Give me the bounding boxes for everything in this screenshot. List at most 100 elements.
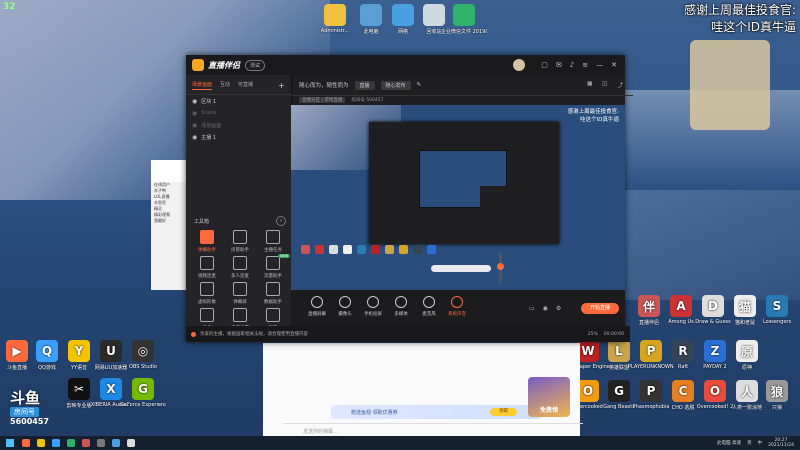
app-icon: [360, 4, 382, 26]
chat-window[interactable]: 在线用户 木子鸭 LOL直播 木鱼死 精灵 精彩视频 我最好: [151, 160, 186, 290]
message-icon[interactable]: ✉: [556, 61, 562, 69]
camera-icon[interactable]: ▭: [529, 305, 535, 312]
tool-label: 弹幕屏: [233, 300, 247, 305]
clock[interactable]: 20:27 2021/11/24: [768, 438, 794, 448]
share-icon[interactable]: ⤴: [617, 81, 623, 89]
scene-list: ◉ 区块 1 ◉ Scene ◉ 场景画面 ◉ 主播 1: [186, 95, 291, 143]
titlebar-controls: ▢ ✉ ♪ ≡ — ✕: [513, 59, 617, 71]
app-icon: [324, 4, 346, 26]
taskbar-app-icon[interactable]: [67, 439, 75, 447]
tab-live[interactable]: 可直播: [238, 81, 253, 90]
desktop-icon-label: GeForce Experience: [120, 402, 166, 408]
tool-button[interactable]: 弹幕屏: [223, 282, 257, 305]
publish-chip[interactable]: 随心发布: [380, 80, 411, 90]
tool-button[interactable]: 房管助手: [223, 230, 257, 253]
eye-icon[interactable]: ◉: [543, 305, 548, 312]
desktop-icon[interactable]: 原原神: [724, 340, 770, 371]
app-icon: P: [640, 380, 662, 402]
preview-app-icon: [385, 245, 394, 254]
taskbar-app-icon[interactable]: [82, 439, 90, 447]
live-companion-window[interactable]: 直播伴侣 测试 ▢ ✉ ♪ ≡ — ✕ 场景画面 互动 可直播 + ◉ 区块 1 ◉…: [186, 55, 633, 342]
tool-button[interactable]: NEW 流量助手: [256, 254, 291, 279]
scene-item[interactable]: ◉ Scene: [186, 107, 291, 119]
desktop-icon[interactable]: G GeForce Experience: [120, 378, 166, 408]
source-button[interactable]: 系统声音: [441, 296, 473, 317]
app-icon: G: [608, 380, 630, 402]
taskbar-app-icon[interactable]: [112, 439, 120, 447]
tool-button[interactable]: 多人连麦: [223, 256, 257, 279]
chat-line[interactable]: 我最好: [151, 218, 186, 224]
tool-button[interactable]: 主播任务: [256, 230, 290, 253]
game-ad[interactable]: 免费领: [528, 377, 570, 417]
preview-app-icon: [315, 245, 324, 254]
volume-slider[interactable]: [497, 253, 504, 283]
beta-badge[interactable]: 测试: [245, 59, 266, 71]
stream-preview[interactable]: 感谢上周最佳投食官: 哇这个ID真牛逼: [291, 105, 625, 290]
taskbar-app-icon[interactable]: [127, 439, 135, 447]
tool-icon: [200, 282, 214, 296]
tab-interact[interactable]: 互动: [220, 81, 230, 90]
start-live-button[interactable]: 开始直播: [581, 303, 619, 314]
taskbar-app-icon[interactable]: [52, 439, 60, 447]
ime-en[interactable]: 英: [747, 440, 752, 446]
desktop-icon[interactable]: 狼只狼: [754, 380, 800, 411]
status-net: 25%: [587, 331, 598, 337]
desktop-icon[interactable]: S Lossengers: [754, 295, 800, 325]
promo-claim-button[interactable]: 领取: [490, 408, 517, 416]
app-icon: Y: [68, 340, 90, 362]
close-icon[interactable]: ✕: [611, 61, 617, 69]
preview-banner: [431, 265, 491, 272]
toolbox-title: 工具箱: [194, 219, 210, 225]
skin-icon[interactable]: ▢: [541, 61, 548, 69]
minimize-icon[interactable]: —: [596, 61, 603, 69]
scene-item[interactable]: ◉ 主播 1: [186, 131, 291, 143]
grid-icon[interactable]: ▦: [587, 81, 592, 89]
layers-icon[interactable]: ◫: [602, 81, 607, 89]
eye-icon[interactable]: ◉: [192, 122, 197, 129]
titlebar[interactable]: 直播伴侣 测试 ▢ ✉ ♪ ≡ — ✕: [186, 55, 625, 75]
scene-name: Scene: [201, 110, 217, 116]
source-icon: [423, 296, 435, 308]
status-dot-icon: [191, 331, 196, 337]
taskbar-app-icon[interactable]: [37, 439, 45, 447]
stream-title[interactable]: 随心而为，随性而为: [299, 81, 349, 89]
status-bar: 亲爱的主播，根据国家相关法规，请合理使用直播内容 25% 00:00:00: [186, 326, 630, 342]
preview-app-icon: [357, 245, 366, 254]
tray-status[interactable]: 此电脑 高速: [717, 440, 741, 446]
app-icon: O: [704, 380, 726, 402]
ime-zh[interactable]: 中: [758, 440, 763, 446]
taskbar-app-icon[interactable]: [22, 439, 30, 447]
menu-icon[interactable]: ≡: [582, 61, 588, 69]
app-icon: S: [766, 295, 788, 317]
scene-item[interactable]: ◉ 场景画面: [186, 119, 291, 131]
app-icon: U: [100, 340, 122, 362]
tool-icon: [233, 230, 247, 244]
tool-button[interactable]: 视频连麦: [190, 256, 224, 279]
tool-button[interactable]: 数据助手: [256, 282, 290, 305]
windows-start-icon[interactable]: [6, 439, 14, 447]
edit-icon[interactable]: ✎: [417, 82, 422, 88]
category-chip[interactable]: 直播: [354, 80, 375, 90]
control-extra-icons: ▭ ◉ ⚙: [529, 305, 561, 312]
app-icon: [453, 4, 475, 26]
tool-button[interactable]: 虚拟形象: [190, 282, 224, 305]
eye-icon[interactable]: ◉: [192, 134, 197, 141]
add-tab-button[interactable]: +: [278, 81, 285, 90]
scene-item[interactable]: ◉ 区块 1: [186, 95, 291, 107]
eye-icon[interactable]: ◉: [192, 98, 197, 105]
desktop-icon[interactable]: 企业微信文件 20190510...: [441, 4, 487, 35]
user-avatar[interactable]: [513, 59, 526, 71]
tool-button[interactable]: 弹幕助手: [190, 230, 224, 253]
preview-app-icon: [427, 245, 436, 254]
desktop-icon[interactable]: ◎ OBS Studio: [120, 340, 166, 370]
taskbar-app-icon[interactable]: [97, 439, 105, 447]
thanks-overlay: 感谢上周最佳投食官: 哇这个ID真牛逼: [684, 2, 796, 36]
eye-icon[interactable]: ◉: [192, 110, 197, 117]
preview-thanks: 感谢上周最佳投食官: 哇这个ID真牛逼: [568, 108, 619, 124]
source-icon: [451, 296, 463, 308]
tab-scenes[interactable]: 场景画面: [192, 81, 213, 90]
bell-icon[interactable]: ♪: [570, 61, 574, 69]
settings-icon[interactable]: ⚙: [556, 305, 561, 312]
toolbox-more-icon[interactable]: ›: [276, 216, 286, 226]
preview-nested-window: [369, 122, 559, 244]
